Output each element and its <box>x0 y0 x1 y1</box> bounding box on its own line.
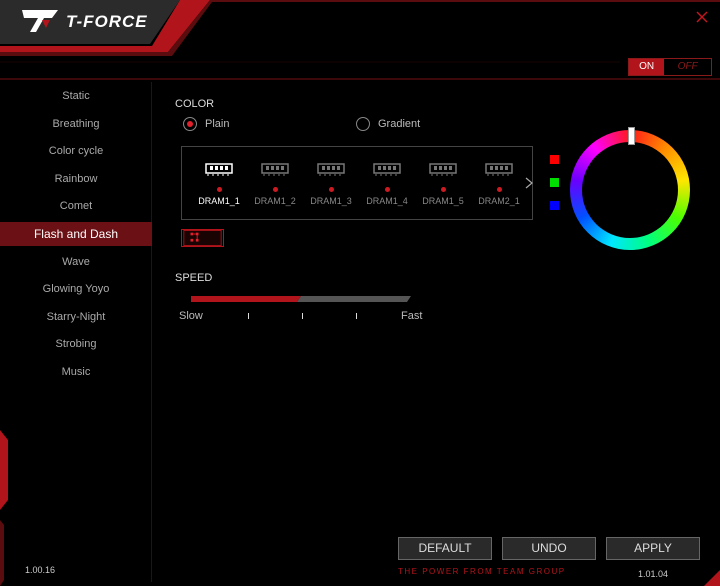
red-swatch[interactable] <box>550 155 559 164</box>
left-edge-decoration <box>0 430 8 586</box>
undo-button[interactable]: UNDO <box>502 537 596 560</box>
module-label: DRAM1_3 <box>310 196 352 206</box>
sidebar-item-rainbow[interactable]: Rainbow <box>0 167 152 191</box>
memory-module-list: DRAM1_1 DRAM1_2 DRAM1_3 DRAM1_4 DRAM1_5 … <box>181 146 533 220</box>
module-status-dot <box>272 187 278 192</box>
close-icon[interactable] <box>693 8 711 26</box>
module-status-dot <box>328 187 334 192</box>
module-dram1-5[interactable]: DRAM1_5 <box>416 161 470 217</box>
sidebar-item-breathing[interactable]: Breathing <box>0 112 152 136</box>
chevron-right-icon[interactable] <box>524 177 534 189</box>
gradient-label: Gradient <box>378 118 421 130</box>
title-bar: T-FORCE ON OFF <box>0 0 720 80</box>
corner-decoration <box>704 540 720 586</box>
brand-name: T-FORCE <box>66 12 148 31</box>
sidebar-item-flash-and-dash[interactable]: Flash and Dash <box>0 222 152 246</box>
plain-radio-dot[interactable] <box>183 117 197 131</box>
power-toggle[interactable]: ON OFF <box>628 58 712 76</box>
ram-module-icon <box>205 163 233 176</box>
module-label: DRAM1_5 <box>422 196 464 206</box>
color-wheel-handle[interactable] <box>628 127 635 145</box>
sidebar-item-static[interactable]: Static <box>0 84 152 108</box>
ram-module-icon <box>261 163 289 176</box>
module-label: DRAM1_4 <box>366 196 408 206</box>
ram-module-icon <box>485 163 513 176</box>
sidebar-item-strobing[interactable]: Strobing <box>0 332 152 356</box>
effects-sidebar: Static Breathing Color cycle Rainbow Com… <box>0 82 152 582</box>
gradient-radio[interactable]: Gradient <box>356 117 420 131</box>
module-status-dot <box>440 187 446 192</box>
plain-label: Plain <box>205 118 230 130</box>
speed-tick <box>302 313 303 319</box>
app-version: 1.00.16 <box>25 565 56 575</box>
speed-fill <box>191 296 301 302</box>
module-status-dot <box>216 187 222 192</box>
plain-radio[interactable]: Plain <box>183 117 229 131</box>
speed-track-rest <box>297 296 411 302</box>
speed-section-title: SPEED <box>175 272 213 284</box>
module-label: DRAM1_1 <box>198 196 240 206</box>
color-section-title: COLOR <box>175 98 215 110</box>
speed-tick <box>248 313 249 319</box>
color-wheel[interactable] <box>570 130 690 250</box>
module-label: DRAM1_2 <box>254 196 296 206</box>
ram-module-icon <box>317 163 345 176</box>
tagline: THE POWER FROM TEAM GROUP <box>398 567 566 576</box>
blue-swatch[interactable] <box>550 201 559 210</box>
gradient-radio-dot[interactable] <box>356 117 370 131</box>
speed-slider[interactable] <box>191 296 411 302</box>
sidebar-item-color-cycle[interactable]: Color cycle <box>0 139 152 163</box>
speed-tick <box>356 313 357 319</box>
sidebar-item-glowing-yoyo[interactable]: Glowing Yoyo <box>0 277 152 301</box>
sidebar-item-music[interactable]: Music <box>0 360 152 384</box>
ram-module-icon <box>429 163 457 176</box>
module-dram1-2[interactable]: DRAM1_2 <box>248 161 302 217</box>
module-dram1-4[interactable]: DRAM1_4 <box>360 161 414 217</box>
ram-module-icon <box>373 163 401 176</box>
firmware-version: 1.01.04 <box>638 569 669 579</box>
sidebar-item-comet[interactable]: Comet <box>0 194 152 218</box>
sync-modules-button[interactable] <box>181 229 224 247</box>
green-swatch[interactable] <box>550 178 559 187</box>
sidebar-item-wave[interactable]: Wave <box>0 250 152 274</box>
toggle-off[interactable]: OFF <box>664 59 711 75</box>
module-dram2-1[interactable]: DRAM2_1 <box>472 161 526 217</box>
module-dram1-3[interactable]: DRAM1_3 <box>304 161 358 217</box>
module-status-dot <box>384 187 390 192</box>
default-button[interactable]: DEFAULT <box>398 537 492 560</box>
module-status-dot <box>496 187 502 192</box>
toggle-on[interactable]: ON <box>629 59 665 75</box>
apply-button[interactable]: APPLY <box>606 537 700 560</box>
module-label: DRAM2_1 <box>478 196 520 206</box>
module-dram1-1[interactable]: DRAM1_1 <box>192 161 246 217</box>
speed-max-label: Fast <box>401 310 423 322</box>
sidebar-item-starry-night[interactable]: Starry-Night <box>0 305 152 329</box>
speed-min-label: Slow <box>179 310 203 322</box>
